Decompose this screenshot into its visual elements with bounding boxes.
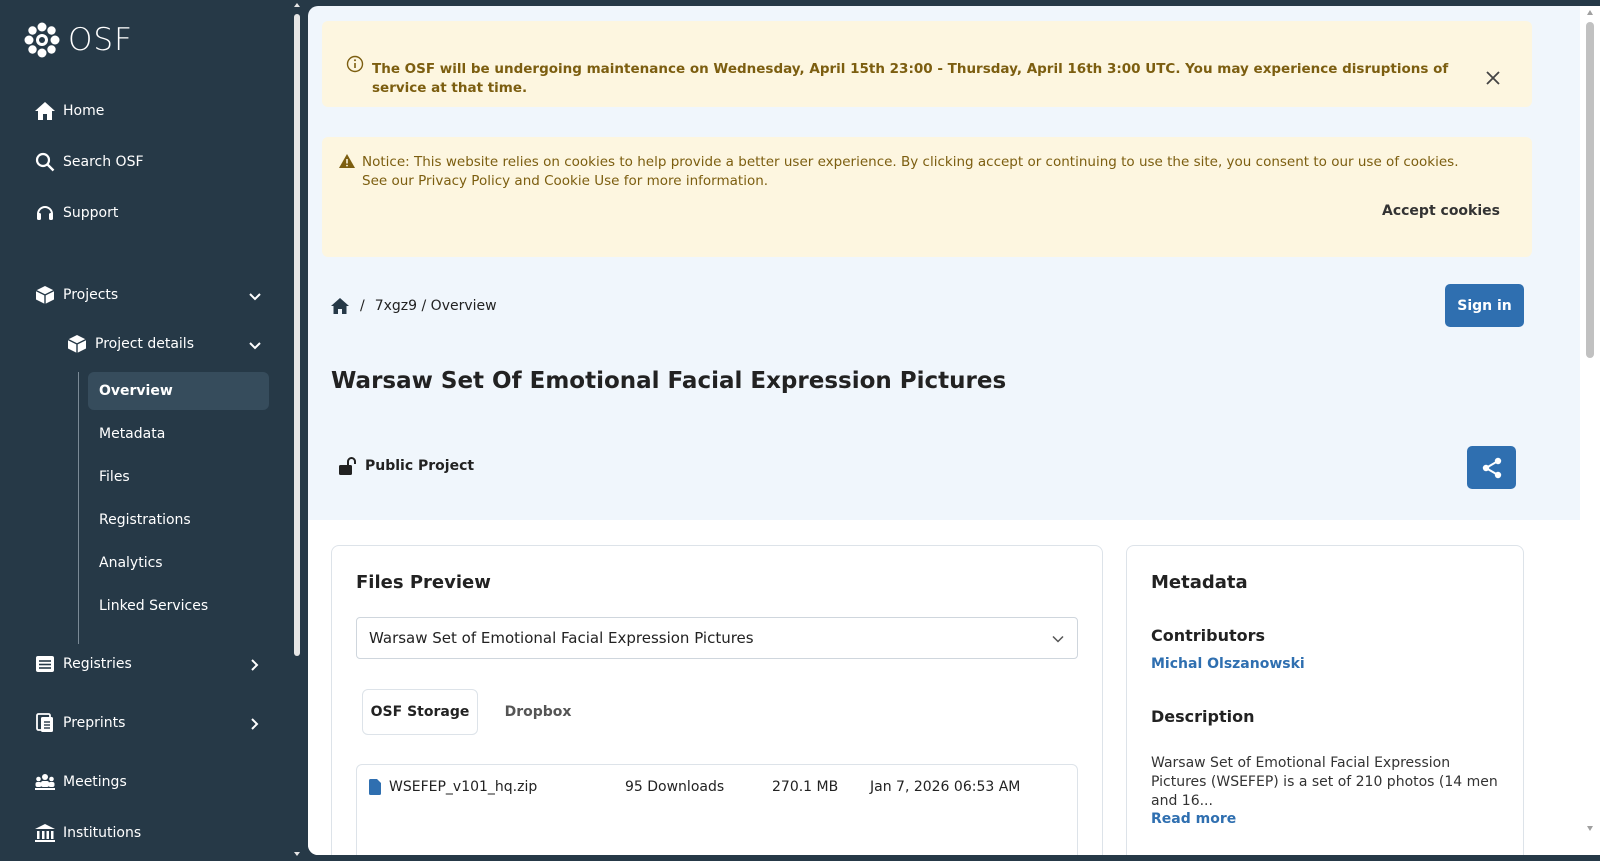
maintenance-banner: The OSF will be undergoing maintenance o… [322,21,1532,107]
breadcrumb-separator: / [360,298,365,314]
tab-osf-storage[interactable]: OSF Storage [362,689,478,735]
nav-projects-label: Projects [63,287,119,303]
chevron-down-icon [1052,635,1064,643]
sign-in-button[interactable]: Sign in [1445,284,1524,327]
cube-icon [34,284,56,306]
nav-files[interactable]: Files [88,458,269,496]
visibility-badge: Public Project [338,456,474,476]
nav-registries[interactable]: Registries [34,653,132,675]
nav-support-label: Support [63,205,119,221]
chevron-right-icon[interactable] [248,658,262,672]
sidebar: OSF Home Search OSF Support Projects Pro… [0,0,296,861]
file-date: Jan 7, 2026 06:53 AM [870,779,1021,795]
scroll-up-arrow[interactable] [1587,10,1593,15]
breadcrumb-path[interactable]: 7xgz9 / Overview [375,298,497,314]
nav-metadata[interactable]: Metadata [88,415,269,453]
share-button[interactable] [1467,446,1516,489]
tab-dropbox[interactable]: Dropbox [484,689,592,735]
nav-support[interactable]: Support [34,202,118,224]
nav-project-details-label: Project details [95,336,194,352]
document-icon [34,712,56,734]
nav-preprints-label: Preprints [63,715,126,731]
chevron-down-icon[interactable] [248,339,262,353]
nav-home-label: Home [63,103,105,119]
nav-registrations[interactable]: Registrations [88,501,269,539]
nav-meetings[interactable]: Meetings [34,771,127,793]
unlock-icon [339,457,356,475]
logo-text: OSF [68,22,133,58]
main-content: The OSF will be undergoing maintenance o… [308,6,1600,855]
accept-cookies-button[interactable]: Accept cookies [1382,203,1500,219]
maintenance-text: The OSF will be undergoing maintenance o… [372,61,1449,96]
nav-meetings-label: Meetings [63,774,127,790]
file-icon [369,779,381,795]
nav-institutions[interactable]: Institutions [34,822,141,844]
files-preview-heading: Files Preview [356,572,491,593]
nav-analytics[interactable]: Analytics [88,544,269,582]
sidebar-scrollbar[interactable] [294,0,308,861]
search-icon [34,151,56,173]
component-select[interactable]: Warsaw Set of Emotional Facial Expressio… [356,617,1078,659]
metadata-card: Metadata Contributors Michal Olszanowski… [1126,545,1524,855]
nav-search-label: Search OSF [63,154,144,170]
subnav-divider [78,372,79,644]
cube-icon [66,333,88,355]
cookie-text: Notice: This website relies on cookies t… [362,154,1459,189]
component-select-value: Warsaw Set of Emotional Facial Expressio… [369,629,754,647]
chevron-right-icon[interactable] [248,717,262,731]
nav-linked-services[interactable]: Linked Services [88,587,269,625]
nav-search[interactable]: Search OSF [34,151,144,173]
overview-panels: Files Preview Warsaw Set of Emotional Fa… [308,520,1580,855]
main-scroll-thumb[interactable] [1586,22,1594,358]
headset-icon [34,202,56,224]
people-icon [34,771,56,793]
description-text: Warsaw Set of Emotional Facial Expressio… [1151,755,1498,809]
info-icon [346,55,364,73]
close-icon[interactable] [1485,70,1501,86]
file-name[interactable]: WSEFEP_v101_hq.zip [389,779,537,795]
page-title: Warsaw Set Of Emotional Facial Expressio… [331,368,1007,394]
contributor-link[interactable]: Michal Olszanowski [1151,656,1305,672]
sidebar-scroll-thumb[interactable] [294,14,300,656]
scroll-up-arrow[interactable] [294,3,300,7]
nav-registries-label: Registries [63,656,132,672]
nav-project-details[interactable]: Project details [66,333,194,355]
chevron-down-icon[interactable] [248,290,262,304]
main-scrollbar[interactable] [1580,6,1600,855]
nav-overview[interactable]: Overview [88,372,269,410]
file-row[interactable]: WSEFEP_v101_hq.zip 95 Downloads 270.1 MB… [356,764,1078,855]
osf-logo[interactable]: OSF [24,22,133,58]
nav-projects[interactable]: Projects [34,284,118,306]
metadata-heading: Metadata [1151,572,1248,593]
file-downloads: 95 Downloads [625,779,725,795]
nav-preprints[interactable]: Preprints [34,712,125,734]
breadcrumb: / 7xgz9 / Overview [330,297,497,315]
list-icon [34,653,56,675]
nav-institutions-label: Institutions [63,825,142,841]
visibility-label: Public Project [365,458,475,474]
files-preview-card: Files Preview Warsaw Set of Emotional Fa… [331,545,1103,855]
share-icon [1482,457,1501,478]
read-more-link[interactable]: Read more [1151,811,1236,827]
institution-icon [34,822,56,844]
home-icon[interactable] [330,297,350,315]
home-icon [34,100,56,122]
warning-icon [339,154,355,168]
contributors-label: Contributors [1151,626,1266,645]
osf-logo-icon [24,22,60,58]
scroll-down-arrow[interactable] [1587,826,1593,831]
scroll-down-arrow[interactable] [294,852,300,856]
description-label: Description [1151,707,1255,726]
file-size: 270.1 MB [772,779,839,795]
cookie-banner: Notice: This website relies on cookies t… [322,137,1532,257]
nav-home[interactable]: Home [34,100,104,122]
